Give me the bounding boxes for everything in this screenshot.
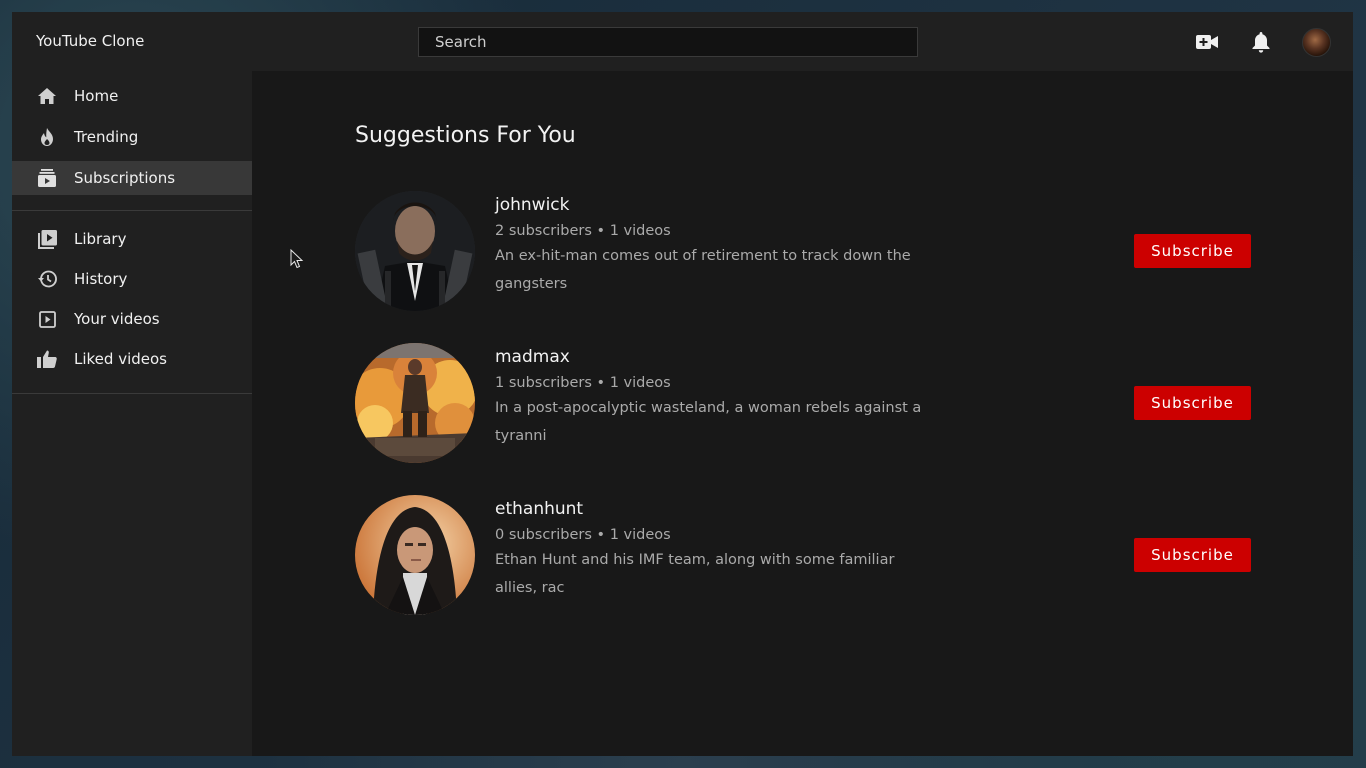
channel-row: madmax 1 subscribers • 1 videos In a pos…: [355, 343, 1255, 465]
channel-description: Ethan Hunt and his IMF team, along with …: [495, 552, 895, 596]
channel-description: An ex-hit-man comes out of retirement to…: [495, 248, 911, 292]
sidebar: Home Trending Subscriptions Library Hist…: [12, 71, 252, 756]
app-window: YouTube Clone Home: [12, 12, 1353, 756]
video-camera-add-icon[interactable]: [1195, 30, 1219, 54]
sidebar-item-history[interactable]: History: [12, 262, 252, 296]
subscribe-button[interactable]: Subscribe: [1134, 386, 1251, 420]
subscriptions-icon: [37, 168, 57, 188]
top-bar: YouTube Clone: [12, 12, 1353, 71]
subscribe-button[interactable]: Subscribe: [1134, 234, 1251, 268]
channel-description: In a post-apocalyptic wasteland, a woman…: [495, 400, 922, 444]
library-icon: [37, 229, 57, 249]
avatar[interactable]: [1302, 28, 1331, 57]
channel-info: johnwick 2 subscribers • 1 videos An ex-…: [495, 195, 935, 298]
sidebar-item-your-videos[interactable]: Your videos: [12, 302, 252, 336]
channel-avatar-madmax[interactable]: [355, 343, 475, 463]
sidebar-primary-group: Home Trending Subscriptions: [12, 71, 252, 211]
sidebar-item-trending[interactable]: Trending: [12, 120, 252, 154]
fire-icon: [37, 127, 57, 147]
app-title[interactable]: YouTube Clone: [36, 32, 144, 50]
channel-meta: 1 subscribers • 1 videos: [495, 375, 671, 391]
channel-meta: 0 subscribers • 1 videos: [495, 527, 671, 543]
channel-meta: 2 subscribers • 1 videos: [495, 223, 671, 239]
subscribe-button[interactable]: Subscribe: [1134, 538, 1251, 572]
channel-info: ethanhunt 0 subscribers • 1 videos Ethan…: [495, 499, 935, 602]
sidebar-item-label: Library: [74, 230, 127, 248]
sidebar-item-home[interactable]: Home: [12, 79, 252, 113]
channel-avatar-ethanhunt[interactable]: [355, 495, 475, 615]
sidebar-item-label: Subscriptions: [74, 169, 176, 187]
channel-name[interactable]: johnwick: [495, 195, 935, 215]
channel-avatar-johnwick[interactable]: [355, 191, 475, 311]
sidebar-item-label: Trending: [74, 128, 139, 146]
channel-row: ethanhunt 0 subscribers • 1 videos Ethan…: [355, 495, 1255, 617]
channel-info: madmax 1 subscribers • 1 videos In a pos…: [495, 347, 935, 450]
main-content: Suggestions For You johnwick 2 subscribe…: [252, 71, 1353, 756]
sidebar-item-label: Liked videos: [74, 350, 167, 368]
channel-name[interactable]: ethanhunt: [495, 499, 935, 519]
your-videos-icon: [37, 309, 57, 329]
sidebar-item-subscriptions[interactable]: Subscriptions: [12, 161, 252, 195]
page-title: Suggestions For You: [355, 123, 576, 148]
sidebar-secondary-group: Library History Your videos Liked videos: [12, 211, 252, 394]
sidebar-item-liked-videos[interactable]: Liked videos: [12, 342, 252, 376]
sidebar-item-library[interactable]: Library: [12, 222, 252, 256]
channel-name[interactable]: madmax: [495, 347, 935, 367]
search-input[interactable]: [418, 27, 918, 57]
mouse-cursor-icon: [290, 248, 304, 273]
thumbs-up-icon: [37, 349, 57, 369]
history-icon: [37, 269, 57, 289]
sidebar-item-label: Home: [74, 87, 119, 105]
bell-icon[interactable]: [1249, 30, 1273, 54]
sidebar-item-label: Your videos: [74, 310, 160, 328]
home-icon: [37, 86, 57, 106]
channel-row: johnwick 2 subscribers • 1 videos An ex-…: [355, 191, 1255, 313]
sidebar-item-label: History: [74, 270, 128, 288]
